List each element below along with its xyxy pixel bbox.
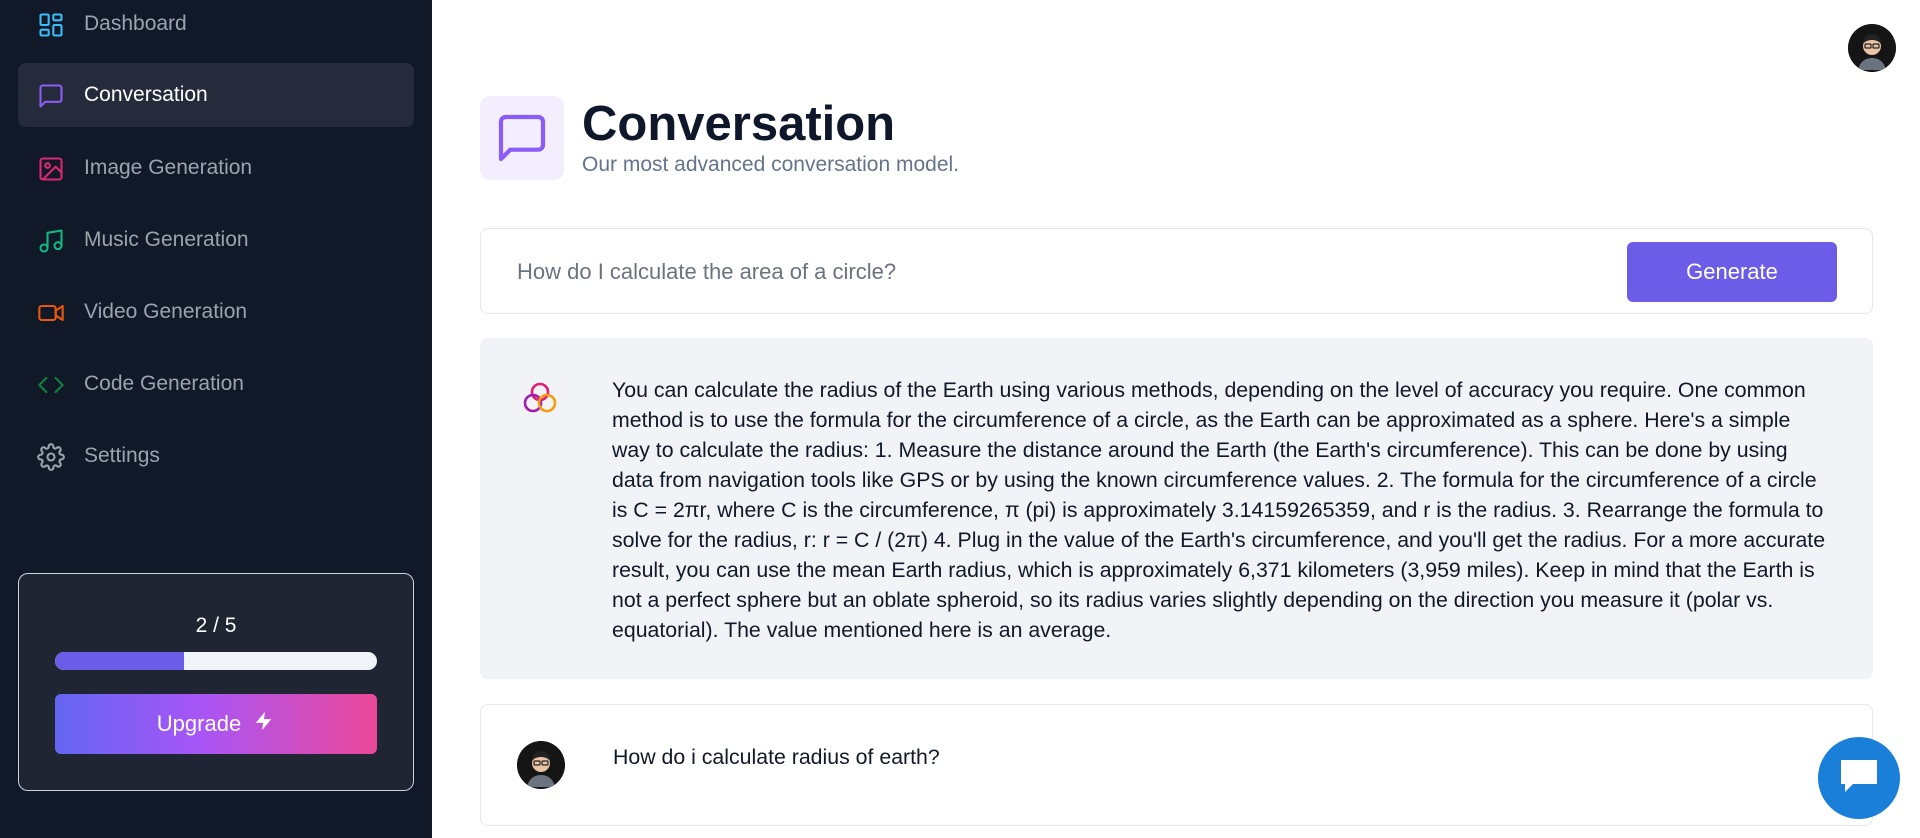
bot-logo-icon: [520, 378, 560, 418]
bot-message: You can calculate the radius of the Eart…: [480, 338, 1873, 679]
dashboard-icon: [36, 10, 66, 40]
bot-message-text: You can calculate the radius of the Eart…: [612, 378, 1826, 642]
lightning-icon: [253, 709, 275, 739]
sidebar-item-video-generation[interactable]: Video Generation: [18, 280, 414, 344]
music-icon: [36, 226, 66, 256]
message-square-icon: [36, 81, 66, 111]
code-icon: [36, 370, 66, 400]
sidebar-item-label: Dashboard: [84, 12, 187, 35]
usage-count: 2 / 5: [195, 614, 237, 637]
page-subtitle: Our most advanced conversation model.: [582, 153, 960, 176]
chat-support-button[interactable]: [1818, 737, 1900, 819]
usage-progress-bar: [55, 652, 377, 670]
sidebar-item-settings[interactable]: Settings: [18, 424, 414, 488]
chat-bubble-icon: [1837, 756, 1881, 801]
user-avatar[interactable]: [1848, 24, 1896, 72]
generate-button[interactable]: Generate: [1627, 242, 1837, 302]
sidebar-item-label: Conversation: [84, 83, 208, 106]
message-square-icon: [498, 114, 546, 162]
user-message-text: How do i calculate radius of earth?: [613, 745, 940, 769]
sidebar-item-label: Image Generation: [84, 156, 253, 179]
usage-card: 2 / 5 Upgrade: [18, 573, 414, 791]
prompt-input[interactable]: [517, 251, 1557, 293]
sidebar-item-label: Music Generation: [84, 228, 249, 251]
sidebar: Dashboard Conversation Image Generation …: [0, 0, 432, 838]
sidebar-item-label: Code Generation: [84, 372, 244, 395]
sidebar-item-code-generation[interactable]: Code Generation: [18, 352, 414, 416]
upgrade-button-label: Upgrade: [156, 711, 242, 736]
sidebar-item-conversation[interactable]: Conversation: [18, 63, 414, 127]
sidebar-item-image-generation[interactable]: Image Generation: [18, 136, 414, 200]
gear-icon: [36, 442, 66, 472]
user-message: How do i calculate radius of earth?: [480, 704, 1873, 826]
sidebar-item-dashboard[interactable]: Dashboard: [18, 0, 414, 56]
page-title: Conversation: [582, 97, 896, 151]
usage-progress-fill: [55, 652, 184, 670]
sidebar-item-label: Settings: [84, 444, 160, 467]
video-icon: [36, 298, 66, 328]
sidebar-item-music-generation[interactable]: Music Generation: [18, 208, 414, 272]
upgrade-button[interactable]: Upgrade: [55, 694, 377, 754]
prompt-form: Generate: [480, 228, 1873, 314]
page-icon: [480, 96, 564, 180]
image-icon: [36, 154, 66, 184]
user-avatar: [517, 741, 565, 789]
sidebar-item-label: Video Generation: [84, 300, 248, 323]
